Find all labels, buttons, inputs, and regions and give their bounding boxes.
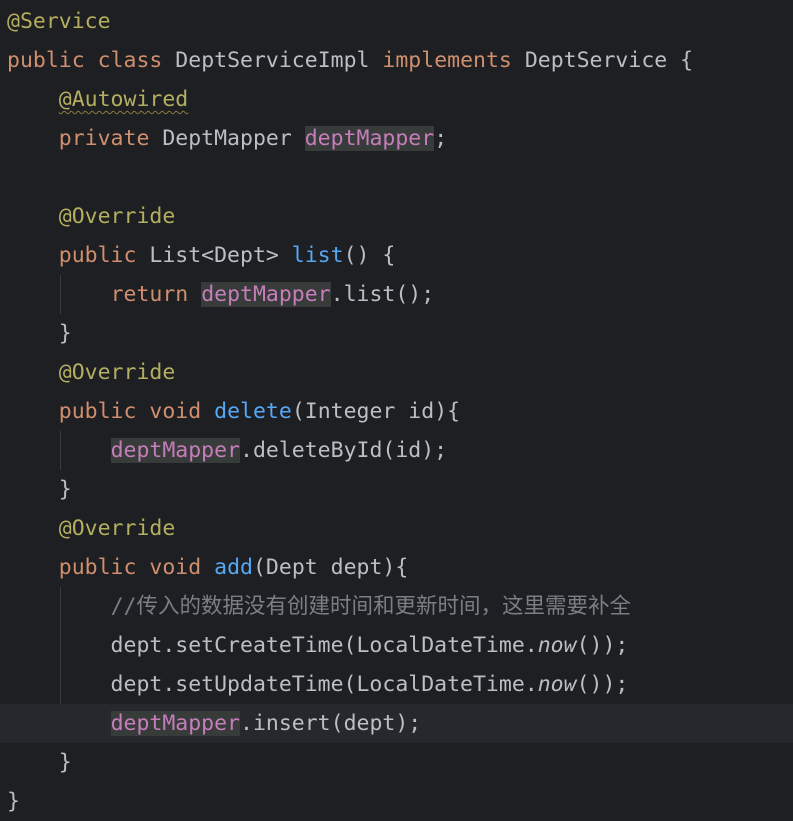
code-token: } [7,750,72,775]
code-token: list [291,243,344,268]
code-line[interactable]: //传入的数据没有创建时间和更新时间，这里需要补全 [0,587,793,626]
code-line[interactable]: @Autowired [0,80,793,119]
code-token: delete [214,399,292,424]
code-token: } [7,321,72,346]
code-token: deptMapper [110,711,241,736]
code-token: deptMapper [110,438,241,463]
code-token: ; [434,126,448,151]
code-token: void [149,399,202,424]
code-token: DeptService { [511,48,694,73]
code-line[interactable]: public void delete(Integer id){ [0,392,793,431]
code-token: .deleteById(id); [240,438,448,463]
code-token: (Integer id){ [291,399,461,424]
code-token: DeptMapper [149,126,305,151]
code-token: now [537,633,577,658]
code-token: implements [382,48,512,73]
code-line[interactable]: return deptMapper.list(); [0,275,793,314]
code-line[interactable]: @Override [0,509,793,548]
code-token: List<Dept> [136,243,292,268]
code-line[interactable]: } [0,782,793,821]
code-token: () { [343,243,396,268]
code-line[interactable]: @Override [0,353,793,392]
code-token: deptMapper [201,282,331,307]
code-token: DeptServiceImpl [162,48,383,73]
code-token: private [58,126,150,151]
code-token: @Autowired [58,87,189,112]
code-token: ()); [576,633,629,658]
code-line[interactable]: @Override [0,197,793,236]
code-token: } [7,789,20,814]
code-line[interactable]: } [0,743,793,782]
code-line[interactable]: dept.setCreateTime(LocalDateTime.now()); [0,626,793,665]
code-comment: //传入的数据没有创建时间和更新时间，这里需要补全 [110,594,631,619]
code-token: .list(); [330,282,435,307]
code-line[interactable] [0,158,793,197]
code-token: now [537,672,577,697]
code-token: dept.setUpdateTime(LocalDateTime. [7,672,538,697]
code-token: @Override [58,204,176,229]
code-token: @Service [7,9,111,34]
code-token: dept.setCreateTime(LocalDateTime. [7,633,538,658]
code-token: ()); [576,672,629,697]
code-line[interactable]: public class DeptServiceImpl implements … [0,41,793,80]
code-token: public [58,243,137,268]
code-token: @Override [58,360,176,385]
code-token: public [58,399,137,424]
code-line[interactable]: deptMapper.insert(dept); [0,704,793,743]
code-token: class [97,48,163,73]
code-editor[interactable]: @Service public class DeptServiceImpl imp… [0,0,793,821]
code-line[interactable]: } [0,314,793,353]
code-line[interactable]: } [0,470,793,509]
code-line[interactable]: public List<Dept> list() { [0,236,793,275]
code-token: .insert(dept); [240,711,422,736]
code-token: } [7,477,72,502]
code-token: (Dept dept){ [252,555,409,580]
code-line[interactable]: public void add(Dept dept){ [0,548,793,587]
code-line[interactable]: deptMapper.deleteById(id); [0,431,793,470]
code-token: deptMapper [304,126,435,151]
code-line[interactable]: @Service [0,2,793,41]
code-token: public [58,555,137,580]
code-token: return [110,282,189,307]
code-token: void [149,555,202,580]
code-token: public [7,48,85,73]
code-token: @Override [58,516,176,541]
code-token: add [214,555,253,580]
code-line[interactable]: dept.setUpdateTime(LocalDateTime.now()); [0,665,793,704]
code-line[interactable]: private DeptMapper deptMapper; [0,119,793,158]
